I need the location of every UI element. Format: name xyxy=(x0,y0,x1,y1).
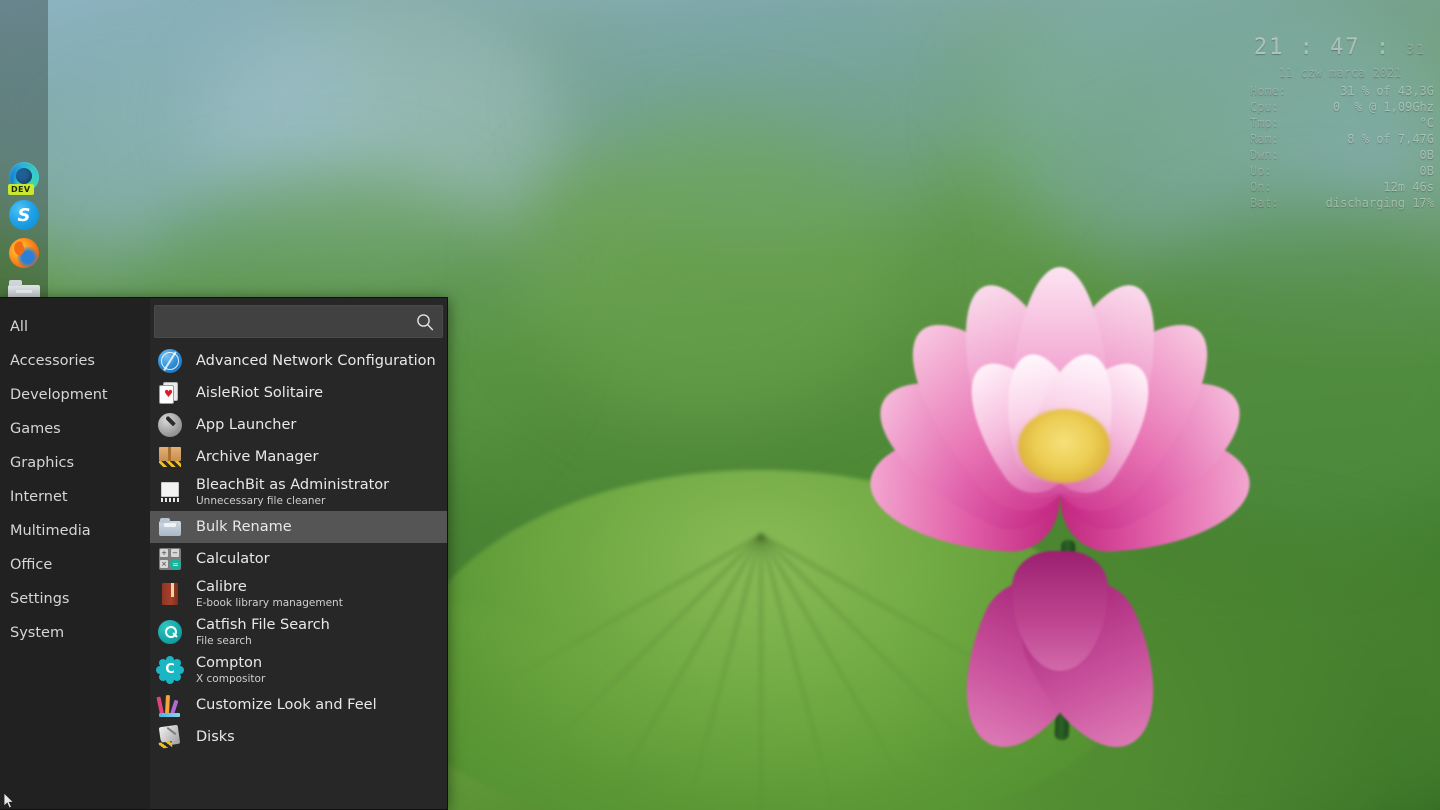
category-item-all[interactable]: All xyxy=(0,310,150,344)
system-stat-row: On: 12m 46s xyxy=(1240,179,1440,195)
search-input[interactable] xyxy=(155,313,442,330)
system-stat-value: °C xyxy=(1419,116,1434,130)
category-item-graphics[interactable]: Graphics xyxy=(0,446,150,480)
clock-minutes: 47 xyxy=(1330,35,1361,60)
system-stat-value: 0B xyxy=(1419,148,1434,162)
app-name: Bulk Rename xyxy=(196,518,292,535)
category-sidebar: All Accessories Development Games Graphics In… xyxy=(0,298,150,809)
search-area xyxy=(150,298,447,340)
clock-separator: : xyxy=(1375,35,1392,60)
app-list-item[interactable]: C Compton X compositor xyxy=(150,651,447,689)
cards-icon: ♥ xyxy=(158,381,182,405)
app-name: BleachBit as Administrator xyxy=(196,477,390,493)
app-list-item[interactable]: Calibre E-book library management xyxy=(150,575,447,613)
bleachbit-icon xyxy=(158,480,182,504)
firefox-icon xyxy=(9,238,39,268)
disk-drive-icon xyxy=(158,724,182,749)
system-stat-value: 0 % @ 1,09Ghz xyxy=(1332,100,1434,114)
system-monitor-overlay: 21 : 47 : 31 11 czw marca 2021 Home: 31 %… xyxy=(1240,36,1440,211)
app-list-item[interactable]: Bulk Rename xyxy=(150,511,447,543)
archive-box-icon xyxy=(158,445,182,469)
system-stat-key: Tmp: xyxy=(1250,116,1279,130)
app-list-item[interactable]: Advanced Network Configuration xyxy=(150,345,447,377)
system-stat-value: discharging 17% xyxy=(1325,196,1434,210)
clock-seconds: 31 xyxy=(1406,43,1427,58)
app-name: Advanced Network Configuration xyxy=(196,352,436,369)
network-icon xyxy=(158,349,182,373)
app-list-item[interactable]: App Launcher xyxy=(150,409,447,441)
app-name: App Launcher xyxy=(196,416,297,433)
app-description: File search xyxy=(196,635,252,647)
category-item-office[interactable]: Office xyxy=(0,548,150,582)
clock-hours: 21 xyxy=(1253,35,1285,60)
app-list-item[interactable]: Catfish File Search File search xyxy=(150,613,447,651)
lotus-flower xyxy=(800,240,1320,769)
system-stat-key: Ram: xyxy=(1250,132,1279,146)
app-description: E-book library management xyxy=(196,597,343,609)
system-stat-row: Up: 0B xyxy=(1240,163,1440,179)
app-list-item[interactable]: + − × = Calculator xyxy=(150,543,447,575)
system-stat-key: Dwn: xyxy=(1250,148,1279,162)
dock-item-firefox[interactable] xyxy=(4,236,44,270)
application-menu: All Accessories Development Games Graphics In… xyxy=(0,297,448,810)
system-stat-key: Bat: xyxy=(1250,196,1279,210)
system-stat-row: Tmp: °C xyxy=(1240,115,1440,131)
app-name: Archive Manager xyxy=(196,448,319,465)
app-name: Calculator xyxy=(196,550,270,567)
app-name: Customize Look and Feel xyxy=(196,696,377,713)
app-name: Disks xyxy=(196,728,235,745)
dock-item-edge-dev[interactable]: DEV xyxy=(4,160,44,195)
category-item-games[interactable]: Games xyxy=(0,412,150,446)
category-item-multimedia[interactable]: Multimedia xyxy=(0,514,150,548)
calculator-icon: + − × = xyxy=(158,547,182,571)
system-stat-value: 0B xyxy=(1419,164,1434,178)
system-stat-key: On: xyxy=(1250,180,1272,194)
rocket-icon xyxy=(158,413,182,437)
magnifier-circle-icon xyxy=(158,620,182,644)
system-stats-list: Home: 31 % of 43,3G Cpu: 0 % @ 1,09Ghz Tmp: °… xyxy=(1240,83,1440,211)
system-stat-value: 31 % of 43,3G xyxy=(1340,84,1434,98)
system-stat-key: Home: xyxy=(1250,84,1287,98)
category-item-internet[interactable]: Internet xyxy=(0,480,150,514)
clock: 21 : 47 : 31 xyxy=(1240,36,1440,63)
system-stat-key: Up: xyxy=(1250,164,1272,178)
system-stat-value: 12m 46s xyxy=(1383,180,1434,194)
system-stat-row: Cpu: 0 % @ 1,09Ghz xyxy=(1240,99,1440,115)
system-stat-row: Home: 31 % of 43,3G xyxy=(1240,83,1440,99)
app-description: Unnecessary file cleaner xyxy=(196,495,326,507)
search-box[interactable] xyxy=(154,305,443,338)
app-list-item[interactable]: BleachBit as Administrator Unnecessary fi… xyxy=(150,473,447,511)
dock-item-skype[interactable]: S xyxy=(4,198,44,232)
category-item-development[interactable]: Development xyxy=(0,378,150,412)
app-list-item[interactable]: Customize Look and Feel xyxy=(150,689,447,721)
lotus-center xyxy=(1018,409,1110,483)
system-stat-value: 8 % of 7,47G xyxy=(1347,132,1434,146)
palette-stripes-icon xyxy=(156,693,182,717)
menu-right-pane: Advanced Network Configuration ♥ AisleRiot… xyxy=(150,298,447,809)
system-stat-row: Bat: discharging 17% xyxy=(1240,195,1440,211)
clock-separator: : xyxy=(1299,35,1315,60)
app-name: Compton xyxy=(196,655,263,671)
system-stat-key: Cpu: xyxy=(1250,100,1279,114)
date-label: 11 czw marca 2021 xyxy=(1278,66,1402,80)
application-list[interactable]: Advanced Network Configuration ♥ AisleRiot… xyxy=(150,340,447,809)
skype-icon: S xyxy=(9,200,39,230)
gear-c-icon: C xyxy=(158,658,182,682)
edge-dev-badge: DEV xyxy=(8,184,34,195)
category-item-system[interactable]: System xyxy=(0,616,150,650)
app-list-item[interactable]: ♥ AisleRiot Solitaire xyxy=(150,377,447,409)
app-list-item[interactable]: Disks xyxy=(150,721,447,753)
category-item-accessories[interactable]: Accessories xyxy=(0,344,150,378)
app-description: X compositor xyxy=(196,673,266,685)
category-item-settings[interactable]: Settings xyxy=(0,582,150,616)
app-name: Catfish File Search xyxy=(196,617,330,633)
app-list-item[interactable]: Archive Manager xyxy=(150,441,447,473)
book-icon xyxy=(158,582,182,606)
system-stat-row: Dwn: 0B xyxy=(1240,147,1440,163)
folder-rename-icon xyxy=(158,515,182,539)
app-name: Calibre xyxy=(196,579,247,595)
system-stat-row: Ram: 8 % of 7,47G xyxy=(1240,131,1440,147)
app-name: AisleRiot Solitaire xyxy=(196,384,324,401)
